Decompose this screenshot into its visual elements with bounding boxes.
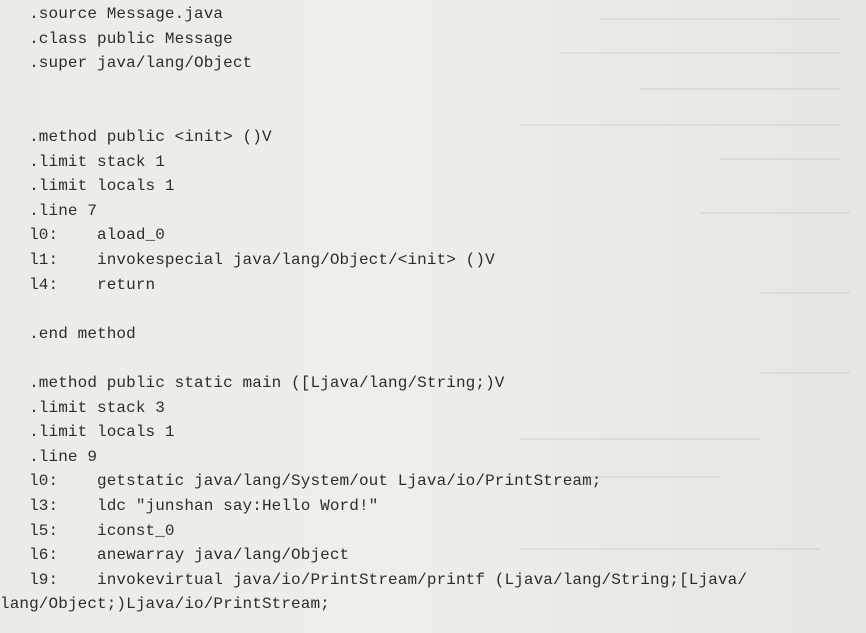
code-line: l3: ldc "junshan say:Hello Word!" bbox=[0, 497, 379, 515]
code-line: .line 7 bbox=[0, 201, 98, 220]
code-line: .line 9 bbox=[0, 447, 98, 466]
code-line: l5: iconst_0 bbox=[0, 521, 175, 540]
code-line: l0: aload_0 bbox=[0, 226, 165, 245]
code-line: lang/Object;)Ljava/io/PrintStream; bbox=[0, 595, 330, 614]
code-line: l6: anewarray java/lang/Object bbox=[0, 546, 350, 565]
code-line: l9: invokevirtual java/io/PrintStream/pr… bbox=[0, 570, 748, 589]
code-line: .class public Message bbox=[0, 29, 233, 48]
code-line: l4: return bbox=[0, 275, 156, 294]
code-line: .limit locals 1 bbox=[0, 177, 175, 196]
code-line: .super java/lang/Object bbox=[0, 54, 253, 73]
code-line: l0: getstatic java/lang/System/out Ljava… bbox=[0, 472, 602, 491]
code-line: .source Message.java bbox=[0, 5, 224, 23]
code-line: .limit stack 3 bbox=[0, 398, 165, 417]
code-line: .method public <init> ()V bbox=[0, 128, 272, 146]
document-page: .source Message.java .class public Messa… bbox=[0, 0, 866, 633]
code-line: .method public static main ([Ljava/lang/… bbox=[0, 374, 505, 392]
code-listing: .source Message.java .class public Messa… bbox=[0, 0, 866, 633]
code-line: l1: invokespecial java/lang/Object/<init… bbox=[0, 251, 495, 269]
code-line: .limit locals 1 bbox=[0, 423, 175, 442]
code-line: .limit stack 1 bbox=[0, 152, 165, 171]
code-line: .end method bbox=[0, 324, 136, 343]
